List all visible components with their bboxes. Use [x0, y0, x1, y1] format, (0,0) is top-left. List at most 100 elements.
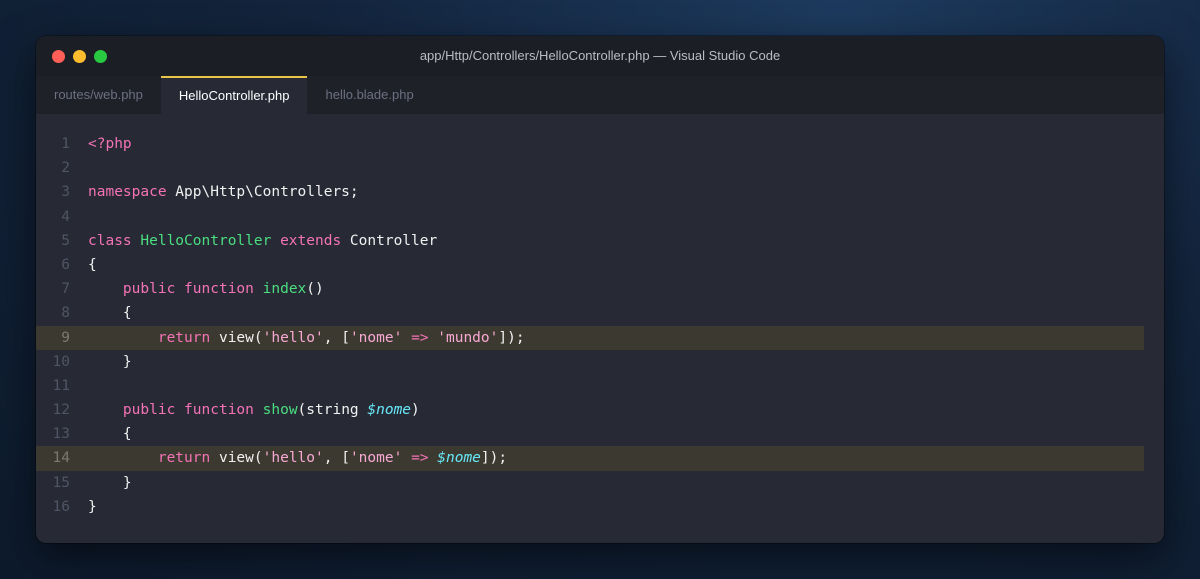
code-token: function	[184, 281, 254, 298]
line-number: 13	[52, 426, 70, 443]
code-token: $nome	[437, 450, 481, 467]
code-token: 'hello'	[262, 329, 324, 346]
line-number: 14	[52, 450, 70, 467]
line-number: 15	[52, 474, 70, 491]
code-line[interactable]: 8 {	[36, 301, 1164, 325]
code-token: 'hello'	[262, 450, 324, 467]
editor-window: app/Http/Controllers/HelloController.php…	[36, 36, 1164, 543]
code-token: return	[157, 329, 211, 346]
code-token: {	[88, 256, 97, 273]
line-number: 8	[61, 305, 70, 322]
code-token: 'mundo'	[437, 329, 499, 346]
title-bar: app/Http/Controllers/HelloController.php…	[36, 36, 1164, 76]
code-token: }	[88, 474, 132, 491]
code-token: public	[122, 402, 176, 419]
line-number: 6	[61, 256, 70, 273]
code-token: =>	[411, 329, 429, 346]
code-text: {	[88, 422, 132, 446]
code-editor[interactable]: 1 <?php 2 3 namespace App\Http\Controllers; 4…	[36, 114, 1164, 519]
code-line[interactable]: 12 public function show(string $nome)	[36, 398, 1164, 422]
code-line[interactable]: 1 <?php	[36, 132, 1164, 156]
code-token: =>	[411, 450, 429, 467]
line-number: 9	[61, 329, 70, 346]
code-text: {	[88, 253, 97, 277]
code-token: }	[88, 353, 132, 370]
line-number: 7	[61, 281, 70, 298]
code-token: , [	[323, 329, 350, 346]
code-token: $nome	[367, 402, 412, 419]
code-token: (string	[297, 402, 368, 419]
code-token: }	[88, 498, 97, 515]
line-number: 4	[61, 208, 70, 225]
code-token: ]);	[498, 329, 525, 346]
code-token: ]);	[480, 450, 508, 467]
code-text: public function index()	[88, 277, 324, 301]
code-line[interactable]: 5 class HelloController extends Controlle…	[36, 229, 1164, 253]
window-title: app/Http/Controllers/HelloController.php…	[419, 48, 781, 63]
code-line[interactable]: 6{	[36, 253, 1164, 277]
code-token: 'nome'	[349, 329, 403, 346]
code-token: show	[262, 402, 298, 419]
code-token: extends	[280, 232, 342, 249]
code-token: view(	[210, 329, 263, 346]
code-token: 'nome'	[349, 450, 403, 467]
code-text: return view('hello', ['nome' => $nome]);	[88, 446, 507, 470]
code-text: public function show(string $nome)	[88, 398, 420, 422]
line-number: 11	[52, 377, 70, 394]
code-token: , [	[323, 450, 350, 467]
code-token: index	[262, 281, 307, 298]
code-token: Controller	[341, 232, 438, 249]
tab-hello-controller[interactable]: HelloController.php	[160, 76, 308, 114]
code-line[interactable]: 13 {	[36, 422, 1164, 446]
code-token: )	[411, 402, 420, 419]
code-line[interactable]: 2	[36, 156, 1164, 180]
code-token: {	[88, 305, 132, 322]
code-line[interactable]: 9 return view('hello', ['nome' => 'mundo…	[36, 325, 1144, 350]
code-line[interactable]: 16}	[36, 495, 1164, 519]
code-token: HelloController	[140, 232, 272, 249]
code-line[interactable]: 7 public function index()	[36, 277, 1164, 301]
code-line[interactable]: 4	[36, 205, 1164, 229]
line-number: 1	[61, 136, 70, 152]
line-number: 5	[61, 232, 70, 249]
line-number: 12	[52, 402, 70, 419]
code-token: function	[184, 402, 254, 419]
code-text: {	[88, 301, 132, 325]
tab-hello-blade[interactable]: hello.blade.php	[307, 76, 431, 114]
tab-bar: routes/web.php HelloController.php hello…	[36, 76, 1164, 114]
line-number: 2	[61, 160, 70, 177]
line-number: 16	[52, 498, 70, 515]
code-text: }	[88, 471, 132, 495]
code-token: <?php	[88, 136, 132, 152]
code-line[interactable]: 11	[36, 374, 1164, 398]
line-number: 10	[52, 353, 70, 370]
code-line[interactable]: 15 }	[36, 471, 1164, 495]
code-token: public	[122, 281, 176, 298]
code-text: namespace App\Http\Controllers;	[88, 180, 359, 204]
tab-routes-web[interactable]: routes/web.php	[36, 76, 161, 114]
code-text: }	[88, 495, 97, 519]
code-line[interactable]: 10 }	[36, 350, 1164, 374]
code-token: class	[88, 232, 132, 249]
code-line[interactable]: 14 return view('hello', ['nome' => $nome…	[36, 446, 1144, 471]
line-number: 3	[61, 184, 70, 201]
code-token: return	[157, 450, 211, 467]
code-text: }	[88, 350, 132, 374]
code-token: namespace	[88, 184, 167, 201]
code-token: {	[88, 426, 132, 443]
code-token: ()	[306, 281, 324, 298]
code-line[interactable]: 3 namespace App\Http\Controllers;	[36, 180, 1164, 204]
